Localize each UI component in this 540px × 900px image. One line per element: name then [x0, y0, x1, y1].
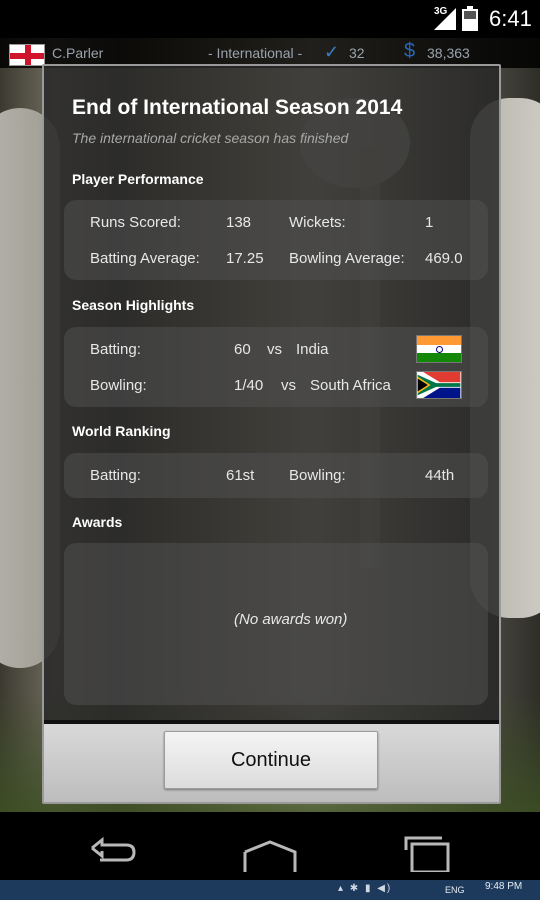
- highlight-bowling-label: Bowling:: [90, 377, 147, 394]
- season-highlights-heading: Season Highlights: [72, 297, 195, 313]
- highlight-bowling-vs: vs: [281, 377, 296, 394]
- bowling-average-value: 469.0: [425, 250, 463, 267]
- dialog-subtitle: The international cricket season has fin…: [72, 130, 349, 146]
- highlight-batting-opponent: India: [296, 341, 329, 358]
- taskbar-clock[interactable]: 9:48 PM: [485, 881, 522, 892]
- player-performance-heading: Player Performance: [72, 171, 204, 187]
- no-awards-text: (No awards won): [234, 611, 348, 628]
- back-icon: [91, 836, 136, 862]
- season-highlights-panel: Batting: 60 vs India Bowling: 1/40 vs So…: [64, 327, 488, 407]
- england-flag-icon: [9, 44, 45, 66]
- recent-apps-button[interactable]: [392, 820, 462, 874]
- dollar-icon: $: [404, 40, 416, 62]
- highlight-bowling-value: 1/40: [234, 377, 264, 394]
- season-summary-dialog: End of International Season 2014 The int…: [42, 64, 501, 804]
- ranking-batting-value: 61st: [226, 467, 255, 484]
- tray-icons: ▴ ✱ ▮ ◀): [338, 883, 393, 894]
- player-performance-panel: Runs Scored: 138 Wickets: 1 Batting Aver…: [64, 200, 488, 280]
- awards-panel: (No awards won): [64, 543, 488, 705]
- wickets-value: 1: [425, 214, 434, 231]
- batting-average-value: 17.25: [226, 250, 264, 267]
- dialog-title: End of International Season 2014: [72, 96, 403, 119]
- language-indicator[interactable]: ENG: [445, 885, 465, 895]
- highlight-batting-label: Batting:: [90, 341, 141, 358]
- runs-value: 138: [226, 214, 252, 231]
- wickets-label: Wickets:: [289, 214, 346, 231]
- ranking-batting-label: Batting:: [90, 467, 141, 484]
- status-bar: 3G 6:41: [0, 0, 540, 38]
- india-flag-icon: [416, 335, 462, 363]
- home-button[interactable]: [235, 820, 305, 872]
- host-taskbar: ▴ ✱ ▮ ◀) ENG 9:48 PM: [0, 880, 540, 900]
- awards-heading: Awards: [72, 514, 123, 530]
- money-amount: 38,363: [427, 45, 470, 61]
- highlight-bowling-opponent: South Africa: [310, 377, 391, 394]
- battery-icon: [462, 6, 478, 31]
- status-clock: 6:41: [489, 6, 532, 31]
- player-name: C.Parler: [52, 45, 104, 61]
- signal-icon: [434, 8, 456, 30]
- highlight-batting-value: 60: [234, 341, 251, 358]
- back-button[interactable]: [78, 820, 148, 872]
- ranking-bowling-value: 44th: [425, 467, 455, 484]
- recent-apps-icon: [404, 836, 450, 874]
- game-mode: - International -: [208, 45, 303, 61]
- wickets-icon: ✓: [324, 42, 340, 62]
- ranking-bowling-label: Bowling:: [289, 467, 346, 484]
- bowling-average-label: Bowling Average:: [289, 250, 405, 267]
- navigation-bar: [0, 812, 540, 880]
- continue-button[interactable]: Continue: [164, 731, 378, 789]
- home-icon: [243, 840, 297, 872]
- batting-average-label: Batting Average:: [90, 250, 200, 267]
- world-ranking-panel: Batting: 61st Bowling: 44th: [64, 453, 488, 498]
- south-africa-flag-icon: [416, 371, 462, 399]
- highlight-batting-vs: vs: [267, 341, 282, 358]
- dialog-button-bar: Continue: [44, 720, 499, 802]
- wickets-count: 32: [349, 45, 365, 61]
- world-ranking-heading: World Ranking: [72, 423, 171, 439]
- runs-label: Runs Scored:: [90, 214, 181, 231]
